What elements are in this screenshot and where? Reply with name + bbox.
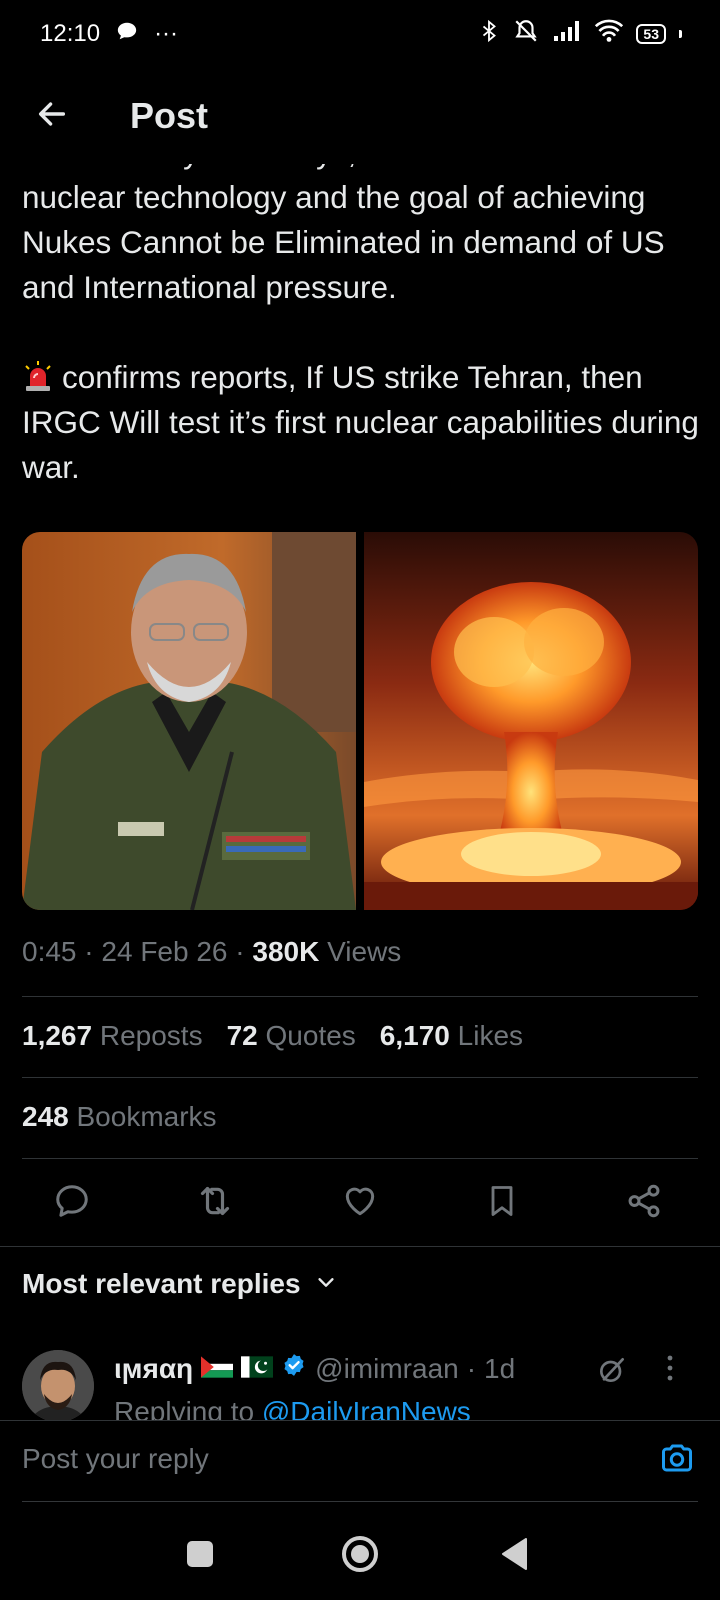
post-paragraph-1-text: nuclear technology and the goal of achie… bbox=[22, 179, 665, 305]
reply-more-button[interactable] bbox=[658, 1352, 682, 1389]
reply-composer: Post your reply bbox=[0, 1420, 720, 1503]
post-text: Iranian Army chief says, Iran nuclear te… bbox=[22, 130, 702, 535]
camera-icon bbox=[659, 1440, 695, 1481]
square-icon bbox=[186, 1540, 214, 1573]
more-vertical-icon bbox=[658, 1355, 682, 1388]
pakistan-flag-icon bbox=[241, 1353, 274, 1385]
bookmarks-count: 248 bbox=[22, 1101, 69, 1132]
grok-button[interactable] bbox=[596, 1354, 628, 1391]
siren-icon bbox=[22, 359, 54, 391]
header: Post bbox=[0, 68, 720, 164]
bluetooth-icon bbox=[478, 18, 500, 51]
reply-header: ιϻяαη @imimraan · 1d bbox=[114, 1352, 515, 1385]
share-icon bbox=[625, 1182, 663, 1225]
bookmark-button[interactable] bbox=[474, 1175, 530, 1231]
battery-icon: 53 bbox=[636, 24, 666, 44]
likes-label: Likes bbox=[457, 1020, 524, 1051]
signal-icon bbox=[552, 20, 582, 49]
arrow-left-icon bbox=[35, 97, 69, 136]
home-circle-icon bbox=[340, 1534, 380, 1579]
bookmarks-stat[interactable]: 248 Bookmarks bbox=[22, 1101, 217, 1133]
system-nav-bar bbox=[0, 1502, 720, 1600]
likes-count: 6,170 bbox=[379, 1020, 450, 1051]
palestine-flag-icon bbox=[201, 1353, 234, 1385]
quotes-count: 72 bbox=[226, 1020, 258, 1051]
quotes-stat[interactable]: 72 Quotes bbox=[227, 1020, 356, 1052]
reposts-label: Reposts bbox=[99, 1020, 203, 1051]
bookmark-icon bbox=[484, 1182, 520, 1225]
status-time: 12:10 bbox=[40, 20, 101, 47]
verified-badge-icon bbox=[281, 1352, 307, 1385]
triangle-back-icon bbox=[499, 1537, 529, 1576]
reply-author-name[interactable]: ιϻяαη bbox=[114, 1353, 193, 1385]
more-notifications: ··· bbox=[154, 20, 179, 47]
vibrate-icon bbox=[512, 18, 540, 51]
repost-icon bbox=[195, 1181, 235, 1226]
reply-time: 1d bbox=[484, 1352, 516, 1384]
recents-button[interactable] bbox=[170, 1526, 230, 1586]
views-count: 380K bbox=[252, 936, 320, 967]
likes-stat[interactable]: 6,170 Likes bbox=[380, 1020, 523, 1052]
post-date: 24 Feb 26 bbox=[101, 936, 228, 967]
post-time: 0:45 bbox=[22, 936, 77, 967]
meta-separator: · bbox=[84, 936, 94, 967]
reply-button[interactable] bbox=[44, 1175, 100, 1231]
reply-item[interactable]: ιϻяαη @imimraan · 1d Replying to @DailyI… bbox=[22, 1350, 698, 1427]
divider bbox=[0, 1246, 720, 1247]
reposts-count: 1,267 bbox=[22, 1020, 93, 1051]
post-media[interactable] bbox=[22, 532, 698, 910]
reply-input[interactable]: Post your reply bbox=[22, 1443, 209, 1475]
divider bbox=[22, 1077, 698, 1078]
avatar[interactable] bbox=[22, 1350, 94, 1422]
replies-sort-label: Most relevant replies bbox=[22, 1268, 301, 1299]
post-paragraph-2-text: confirms reports, If US strike Tehran, t… bbox=[22, 359, 699, 485]
camera-button[interactable] bbox=[652, 1435, 702, 1485]
bookmarks-label: Bookmarks bbox=[76, 1101, 217, 1132]
meta-separator: · bbox=[235, 936, 245, 967]
repost-button[interactable] bbox=[187, 1175, 243, 1231]
battery-level: 53 bbox=[643, 26, 659, 42]
divider bbox=[22, 996, 698, 997]
battery-tip bbox=[679, 30, 682, 38]
engagement-stats: 1,267 Reposts 72 Quotes 6,170 Likes bbox=[22, 1020, 523, 1052]
chat-bubble-icon bbox=[116, 20, 138, 49]
post-meta: 0:45 · 24 Feb 26 · 380K Views bbox=[22, 936, 401, 968]
reposts-stat[interactable]: 1,267 Reposts bbox=[22, 1020, 203, 1052]
chevron-down-icon bbox=[315, 1268, 337, 1300]
like-icon bbox=[341, 1182, 379, 1225]
post-paragraph-2: confirms reports, If US strike Tehran, t… bbox=[22, 355, 702, 490]
home-button[interactable] bbox=[330, 1526, 390, 1586]
divider bbox=[22, 1158, 698, 1159]
reply-author-handle[interactable]: @imimraan bbox=[315, 1353, 459, 1385]
status-bar: 12:10 ··· 53 bbox=[0, 0, 720, 68]
page-title: Post bbox=[130, 95, 209, 136]
photo-military-officer[interactable] bbox=[22, 532, 356, 910]
photo-nuclear-explosion[interactable] bbox=[364, 532, 698, 910]
share-button[interactable] bbox=[616, 1175, 672, 1231]
grok-icon bbox=[596, 1358, 628, 1390]
like-button[interactable] bbox=[332, 1175, 388, 1231]
reply-icon bbox=[53, 1182, 91, 1225]
quotes-label: Quotes bbox=[265, 1020, 356, 1051]
wifi-icon bbox=[594, 19, 624, 50]
views-label: Views bbox=[327, 936, 402, 967]
replies-sort-dropdown[interactable]: Most relevant replies bbox=[22, 1268, 337, 1300]
back-nav-button[interactable] bbox=[484, 1526, 544, 1586]
back-button[interactable] bbox=[20, 84, 84, 148]
reply-separator: · bbox=[466, 1352, 477, 1384]
action-bar bbox=[0, 1175, 720, 1231]
